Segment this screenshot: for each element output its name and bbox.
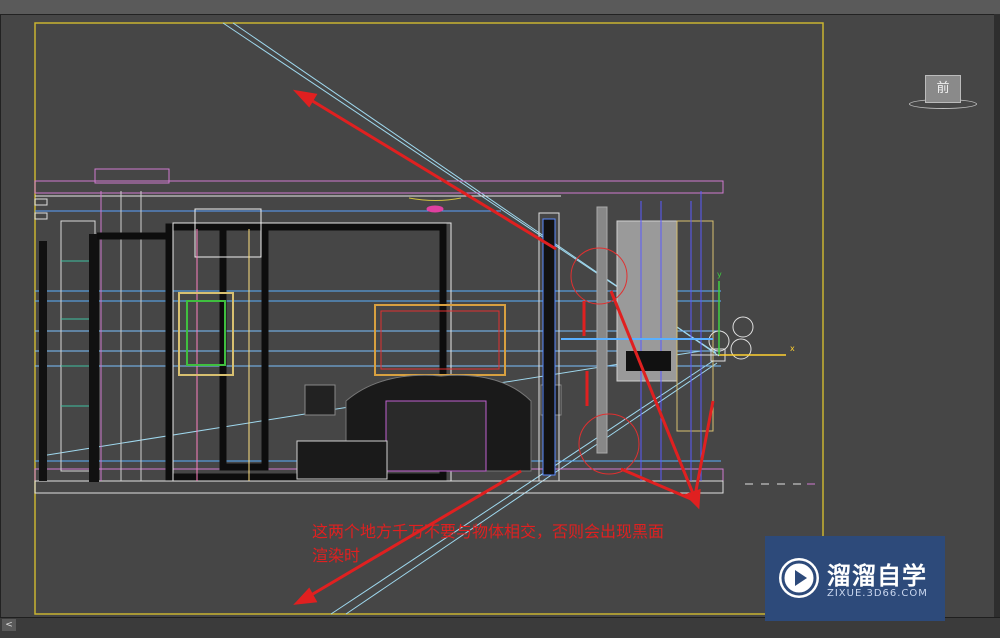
watermark-logo: 溜溜自学 ZIXUE.3D66.COM bbox=[765, 536, 945, 621]
annotation-line-2: 渲染时 bbox=[312, 546, 361, 565]
gizmo-y-label: y bbox=[717, 270, 722, 279]
play-logo-icon bbox=[779, 558, 819, 598]
scroll-left-button[interactable]: < bbox=[2, 619, 16, 631]
watermark-name: 溜溜自学 bbox=[827, 562, 927, 590]
view-cube-icon[interactable]: 前 bbox=[925, 75, 961, 103]
ceiling-lamp bbox=[408, 197, 462, 213]
bed bbox=[296, 374, 562, 480]
viewport-right-edge bbox=[994, 14, 1000, 617]
wall-painting bbox=[178, 292, 506, 376]
gizmo-x-label: x bbox=[790, 344, 795, 353]
annotation-line-1: 这两个地方千万不要与物体相交，否则会出现黑面 bbox=[312, 522, 665, 541]
right-column bbox=[538, 191, 714, 482]
annotation-text: 这两个地方千万不要与物体相交，否则会出现黑面 渲染时 bbox=[312, 520, 752, 568]
viewport-top-bar bbox=[0, 0, 1000, 15]
watermark-url: ZIXUE.3D66.COM bbox=[827, 588, 928, 599]
